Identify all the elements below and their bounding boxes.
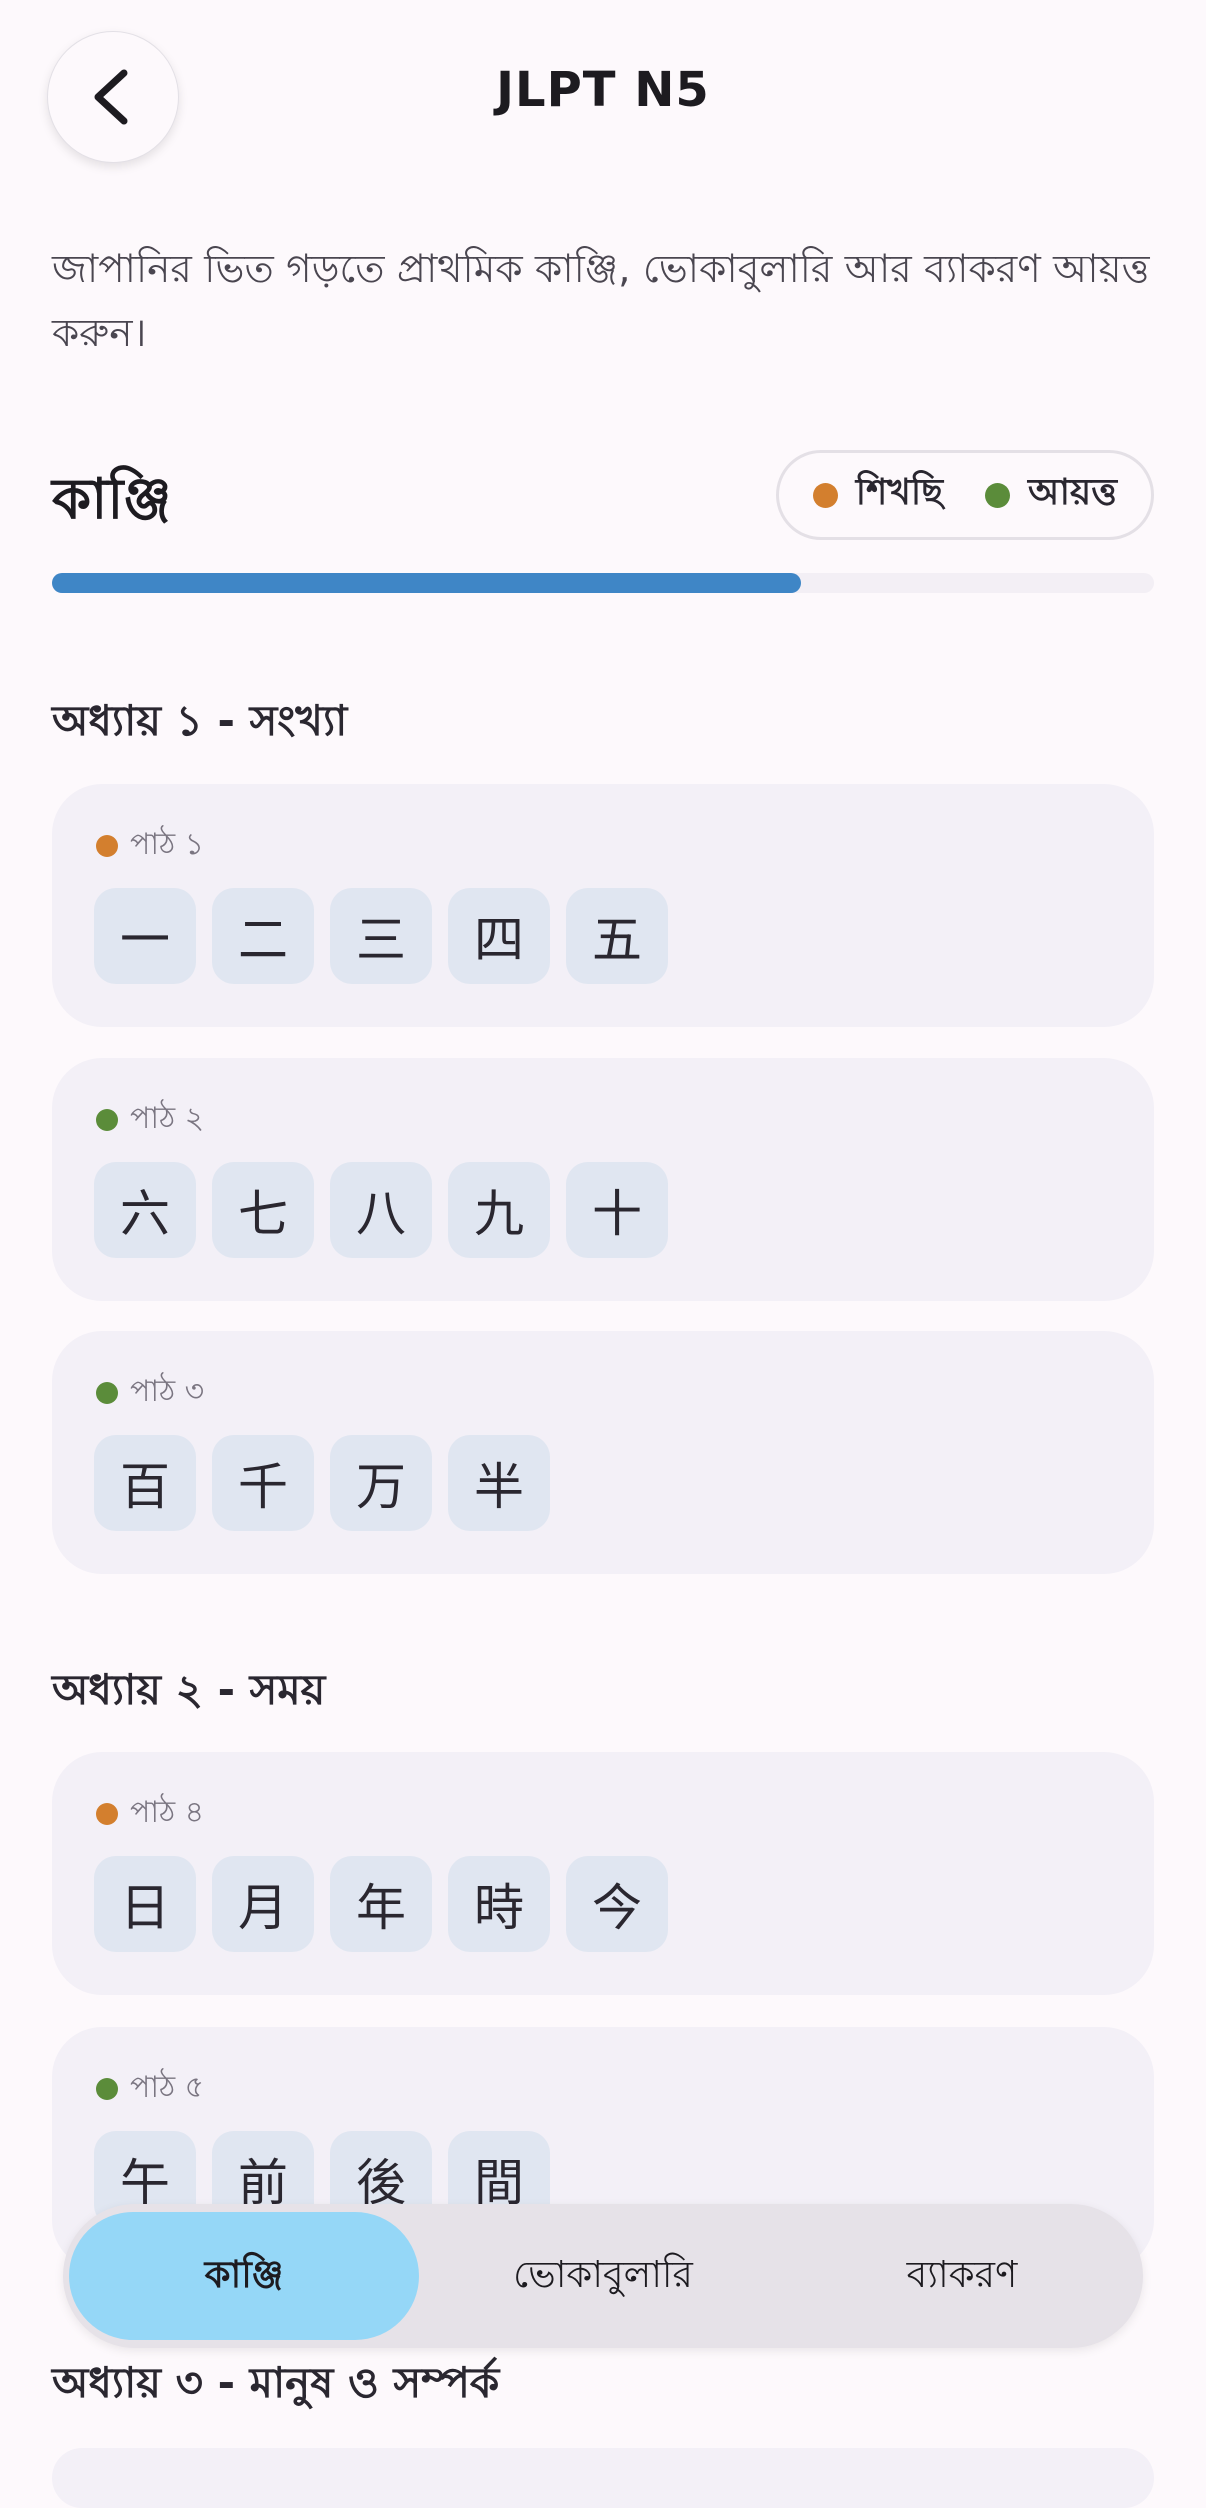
top-app-bar: JLPT N5 bbox=[0, 0, 1206, 200]
tab-kanji[interactable]: কাঞ্জি bbox=[69, 2212, 419, 2340]
kanji-tile[interactable]: 千 bbox=[212, 1435, 314, 1531]
kanji-tile[interactable]: 二 bbox=[212, 888, 314, 984]
kanji-row: 百千万半 bbox=[94, 1435, 550, 1531]
status-dot-icon bbox=[96, 1108, 118, 1131]
lesson-name: পাঠ ২ bbox=[130, 1101, 205, 1136]
status-dot-icon bbox=[96, 834, 118, 857]
kanji-row: 日月年時今 bbox=[94, 1856, 668, 1952]
lesson-name: পাঠ ৩ bbox=[130, 1374, 205, 1409]
lesson-card[interactable]: পাঠ ১ 一二三四五 bbox=[52, 784, 1154, 1027]
kanji-tile[interactable]: 今 bbox=[566, 1856, 668, 1952]
lesson-label: পাঠ ১ bbox=[96, 820, 204, 871]
lesson-name: পাঠ ১ bbox=[130, 827, 205, 862]
kanji-tile[interactable]: 日 bbox=[94, 1856, 196, 1952]
mastered-dot-icon bbox=[985, 482, 1011, 508]
kanji-tile[interactable]: 万 bbox=[330, 1435, 432, 1531]
chapter-title: অধ্যায় ১ - সংখ্যা bbox=[52, 696, 348, 745]
lesson-name: পাঠ ৫ bbox=[130, 2070, 205, 2105]
section-title: কাঞ্জি bbox=[52, 467, 172, 532]
kanji-tile[interactable]: 百 bbox=[94, 1435, 196, 1531]
page-description: জাপানির ভিত গড়তে প্রাথমিক কাঞ্জি, ভোকাব… bbox=[52, 247, 1150, 356]
kanji-tile[interactable]: 時 bbox=[448, 1856, 550, 1952]
kanji-tile[interactable]: 半 bbox=[448, 1435, 550, 1531]
kanji-tile[interactable]: 三 bbox=[330, 888, 432, 984]
lesson-label: পাঠ ৪ bbox=[96, 1788, 204, 1839]
kanji-tile[interactable]: 十 bbox=[566, 1162, 668, 1258]
progress-bar bbox=[52, 573, 1154, 593]
kanji-row: 一二三四五 bbox=[94, 888, 668, 984]
bottom-tab-bar: কাঞ্জি ভোকাবুলারি ব্যাকরণ bbox=[63, 2204, 1143, 2348]
lesson-label: পাঠ ৫ bbox=[96, 2063, 204, 2114]
status-dot-icon bbox=[96, 1381, 118, 1404]
lesson-card[interactable] bbox=[52, 2448, 1154, 2508]
status-legend: শিখছি আয়ত্ত bbox=[775, 450, 1154, 540]
page-title: JLPT N5 bbox=[496, 62, 710, 118]
chapter-title: অধ্যায় ৩ - মানুষ ও সম্পর্ক bbox=[52, 2358, 500, 2407]
kanji-tile[interactable]: 六 bbox=[94, 1162, 196, 1258]
learning-dot-icon bbox=[812, 482, 838, 508]
kanji-tile[interactable]: 四 bbox=[448, 888, 550, 984]
lesson-name: পাঠ ৪ bbox=[130, 1795, 205, 1830]
status-dot-icon bbox=[96, 2077, 118, 2100]
kanji-tile[interactable]: 一 bbox=[94, 888, 196, 984]
progress-bar-fill bbox=[52, 573, 802, 593]
kanji-tile[interactable]: 月 bbox=[212, 1856, 314, 1952]
kanji-tile[interactable]: 七 bbox=[212, 1162, 314, 1258]
kanji-tile[interactable]: 年 bbox=[330, 1856, 432, 1952]
lesson-card[interactable]: পাঠ ৩ 百千万半 bbox=[52, 1331, 1154, 1574]
lesson-card[interactable]: পাঠ ৪ 日月年時今 bbox=[52, 1752, 1154, 1995]
lesson-label: পাঠ ২ bbox=[96, 1094, 204, 1145]
status-dot-icon bbox=[96, 1802, 118, 1825]
chapter-title: অধ্যায় ২ - সময় bbox=[52, 1665, 326, 1714]
tab-vocabulary[interactable]: ভোকাবুলারি bbox=[428, 2212, 778, 2340]
legend-mastered-label: আয়ত্ত bbox=[1028, 472, 1117, 513]
kanji-tile[interactable]: 五 bbox=[566, 888, 668, 984]
lesson-card[interactable]: পাঠ ২ 六七八九十 bbox=[52, 1058, 1154, 1301]
kanji-tile[interactable]: 八 bbox=[330, 1162, 432, 1258]
section-header: কাঞ্জি শিখছি আয়ত্ত bbox=[52, 450, 1154, 550]
kanji-row: 六七八九十 bbox=[94, 1162, 668, 1258]
lesson-label: পাঠ ৩ bbox=[96, 1367, 204, 1418]
legend-learning-label: শিখছি bbox=[855, 472, 944, 513]
tab-grammar[interactable]: ব্যাকরণ bbox=[787, 2212, 1137, 2340]
kanji-tile[interactable]: 九 bbox=[448, 1162, 550, 1258]
